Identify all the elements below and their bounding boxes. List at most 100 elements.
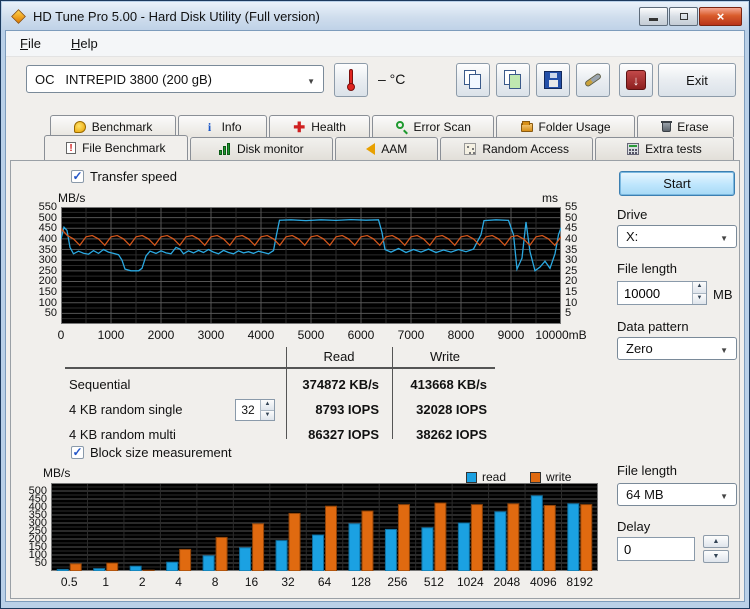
stepper-up-icon[interactable]: ▲ [261, 400, 274, 410]
tabstrip-row2: ! File Benchmark Disk monitor AAM Random… [44, 135, 736, 160]
menu-help[interactable]: Help [67, 34, 102, 53]
magnifier-icon [395, 120, 408, 134]
tab-disk-monitor[interactable]: Disk monitor [189, 137, 334, 160]
chevron-down-icon [720, 229, 728, 244]
queue-depth-stepper[interactable]: 32 ▲ ▼ [235, 399, 275, 421]
results-table: Read Write Sequential 374872 KB/s 413668… [65, 347, 495, 442]
chevron-down-icon [307, 72, 315, 87]
copy-text-icon [464, 70, 482, 90]
temperature-value: – °C [378, 71, 406, 87]
bar-chart-legend: read write [466, 470, 571, 484]
stepper-up-icon[interactable]: ▲ [693, 282, 706, 293]
tick-label: 1000 [97, 328, 125, 342]
tab-random-access[interactable]: Random Access [440, 137, 593, 160]
queue-depth-value: 32 [241, 403, 255, 417]
read-value: 374872 KB/s [302, 377, 379, 392]
drive-select[interactable]: OC INTREPID 3800 (200 gB) [26, 65, 324, 93]
stepper-down-icon[interactable]: ▼ [261, 409, 274, 420]
delay-input[interactable]: 0 [617, 537, 695, 561]
tab-info[interactable]: i Info [178, 115, 267, 137]
drive-letter-select[interactable]: X: [617, 225, 737, 248]
tab-label: Folder Usage [538, 119, 611, 134]
block-size-checkbox[interactable]: ✓ [71, 446, 84, 459]
file-length-value: 10000 [624, 285, 661, 301]
exit-button[interactable]: Exit [658, 63, 736, 97]
close-button[interactable]: × [699, 6, 742, 26]
transfer-speed-checkbox[interactable]: ✓ [71, 170, 84, 183]
tab-benchmark[interactable]: Benchmark [50, 115, 177, 137]
file-length-stepper[interactable]: 10000 ▲ ▼ [617, 281, 707, 305]
minimize-button[interactable] [639, 6, 668, 26]
tab-file-benchmark[interactable]: ! File Benchmark [44, 135, 188, 160]
file-benchmark-icon: ! [66, 142, 77, 154]
tick-label: 7000 [397, 328, 425, 342]
tab-folder-usage[interactable]: Folder Usage [496, 115, 635, 137]
tab-aam[interactable]: AAM [335, 137, 439, 160]
menu-file[interactable]: File [16, 34, 45, 53]
tick-label: 5 [565, 307, 572, 320]
info-icon: i [207, 119, 212, 134]
copy-screenshot-icon [504, 70, 522, 90]
delay-stepper[interactable]: ▲ ▼ [703, 535, 729, 563]
tick-label: 50 [44, 307, 57, 320]
tick-label: 8192 [566, 575, 594, 589]
file-length-label: File length [617, 261, 677, 276]
data-pattern-select[interactable]: Zero [617, 337, 737, 360]
tab-extra-tests[interactable]: Extra tests [594, 137, 734, 160]
tab-label: Error Scan [413, 119, 471, 134]
file-length2-select[interactable]: 64 MB [617, 483, 737, 506]
save-button[interactable] [536, 63, 570, 97]
temperature-button[interactable] [334, 63, 368, 97]
tick-label: 10000mB [535, 328, 587, 342]
window-body: File Help OC INTREPID 3800 (200 gB) – °C [5, 30, 745, 602]
save-icon [544, 71, 562, 89]
top-chart-ylabel-right: ms [542, 191, 558, 205]
transfer-speed-chart [61, 207, 561, 324]
read-value: 8793 IOPS [315, 402, 379, 417]
stepper-up-icon[interactable]: ▲ [703, 535, 729, 548]
tick-label: 6000 [347, 328, 375, 342]
copy-screenshot-button[interactable] [496, 63, 530, 97]
chevron-down-icon [720, 341, 728, 356]
tick-label: 3000 [197, 328, 225, 342]
options-button[interactable] [576, 63, 610, 97]
row-label: 4 KB random single [69, 402, 183, 417]
tab-label: File Benchmark [82, 141, 166, 155]
extra-tests-icon [627, 143, 640, 155]
app-window: HD Tune Pro 5.00 - Hard Disk Utility (Fu… [0, 0, 750, 609]
disk-monitor-icon [218, 143, 231, 155]
file-benchmark-page: ✓ Transfer speed MB/s ms 550 500 450 400 350… [10, 160, 740, 599]
delay-label: Delay [617, 519, 651, 534]
tick-label: 5000 [297, 328, 325, 342]
copy-text-button[interactable] [456, 63, 490, 97]
bar-chart-ylabel: MB/s [43, 466, 71, 480]
tab-error-scan[interactable]: Error Scan [372, 115, 495, 137]
write-legend-swatch [530, 471, 542, 483]
maximize-button[interactable] [669, 6, 698, 26]
tab-label: AAM [381, 142, 408, 156]
chevron-down-icon [720, 487, 728, 502]
block-size-label: Block size measurement [90, 445, 232, 460]
read-value: 86327 IOPS [308, 427, 379, 442]
read-legend-label: read [482, 470, 507, 484]
tab-label: Benchmark [91, 119, 153, 134]
tab-label: Random Access [482, 142, 570, 156]
app-icon [11, 8, 26, 24]
maximize-icon [679, 12, 688, 20]
download-button[interactable]: ↓ [619, 63, 653, 97]
transfer-speed-checkline: ✓ Transfer speed [71, 169, 177, 184]
stepper-down-icon[interactable]: ▼ [703, 550, 729, 563]
trash-icon [661, 121, 673, 132]
write-value: 38262 IOPS [416, 427, 487, 442]
options-icon [583, 72, 603, 88]
tab-health[interactable]: ✚ Health [268, 115, 371, 137]
col-header-write: Write [429, 349, 461, 364]
tab-erase[interactable]: Erase [636, 115, 734, 137]
start-button[interactable]: Start [619, 171, 735, 196]
read-legend-swatch [466, 471, 477, 483]
thermometer-icon [347, 69, 355, 91]
file-length2-value: 64 MB [626, 487, 664, 502]
stepper-down-icon[interactable]: ▼ [693, 292, 706, 304]
folder-icon [520, 121, 533, 132]
window-title: HD Tune Pro 5.00 - Hard Disk Utility (Fu… [33, 8, 320, 24]
